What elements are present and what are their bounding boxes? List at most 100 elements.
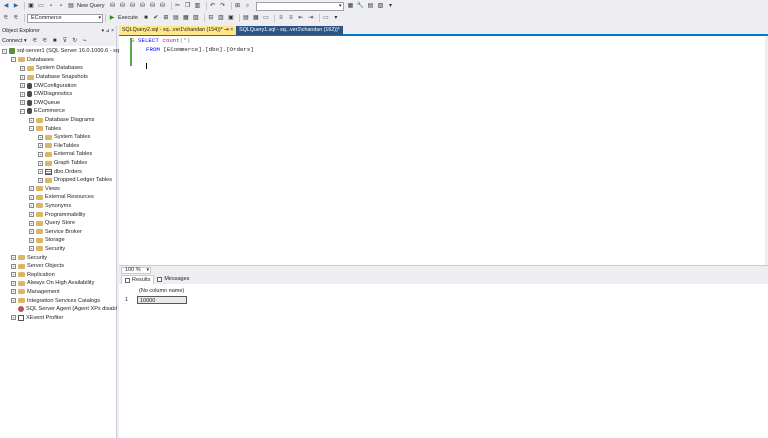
expand-toggle-icon[interactable]: +: [29, 203, 34, 209]
xmla-query-icon[interactable]: ⛁: [139, 2, 147, 10]
connect-dropdown[interactable]: Connect ▾: [2, 38, 27, 44]
specify-values-icon[interactable]: ▭: [322, 14, 330, 22]
stop-icon[interactable]: ■: [142, 14, 150, 22]
new-query-button[interactable]: ▤ New Query: [67, 2, 109, 10]
collapse-toggle-icon[interactable]: −: [11, 57, 16, 63]
navigate-icon[interactable]: ⊞: [234, 2, 242, 10]
analysis-query-icon[interactable]: ⛁: [159, 2, 167, 10]
expand-toggle-icon[interactable]: +: [29, 229, 34, 235]
uncomment-icon[interactable]: ≡: [287, 14, 295, 22]
cut-icon[interactable]: ✂: [174, 2, 182, 10]
tree-node[interactable]: + Integration Services Catalogs: [0, 296, 116, 305]
filter-icon[interactable]: ⊽: [61, 37, 69, 45]
find-icon[interactable]: ⌕: [244, 2, 252, 10]
tree-node[interactable]: + Graph Tables: [0, 159, 116, 168]
expand-toggle-icon[interactable]: +: [38, 160, 43, 166]
database-engine-query-icon[interactable]: ⛁: [109, 2, 117, 10]
connect-icon[interactable]: ⚟: [2, 14, 10, 22]
tree-node[interactable]: − Databases: [0, 56, 116, 65]
comment-icon[interactable]: ≡: [277, 14, 285, 22]
collapse-toggle-icon[interactable]: −: [20, 108, 25, 114]
tree-node[interactable]: + Database Diagrams: [0, 116, 116, 125]
row-number[interactable]: 1: [123, 296, 135, 304]
expand-toggle-icon[interactable]: +: [29, 186, 34, 192]
expand-toggle-icon[interactable]: +: [38, 143, 43, 149]
client-statistics-icon[interactable]: ▣: [227, 14, 235, 22]
tab-sqlquery1[interactable]: SQLQuery1.sql - sq...ver1\chandan (162))…: [236, 26, 343, 35]
tree-node[interactable]: + Query Store: [0, 219, 116, 228]
expand-toggle-icon[interactable]: +: [29, 237, 34, 243]
expand-toggle-icon[interactable]: +: [20, 74, 25, 80]
tree-node[interactable]: + External Resources: [0, 193, 116, 202]
forward-icon[interactable]: ▶: [12, 2, 20, 10]
expand-toggle-icon[interactable]: +: [11, 280, 16, 286]
tree-node[interactable]: + DWDiagnostics: [0, 90, 116, 99]
tree-node[interactable]: + Replication: [0, 270, 116, 279]
display-estimated-plan-icon[interactable]: ⊞: [162, 14, 170, 22]
tree-node[interactable]: + DWQueue: [0, 99, 116, 108]
solution-explorer-icon[interactable]: ▦: [347, 2, 355, 10]
copy-icon[interactable]: ❐: [184, 2, 192, 10]
column-header[interactable]: (No column name): [137, 287, 187, 295]
results-to-file-icon[interactable]: ▭: [262, 14, 270, 22]
query-editor[interactable]: ⊟ SELECT count(*) FROM [ECommerce].[dbo]…: [119, 36, 768, 265]
tree-node[interactable]: − Tables: [0, 124, 116, 133]
expand-toggle-icon[interactable]: +: [20, 65, 25, 71]
tree-node[interactable]: + Security: [0, 253, 116, 262]
expand-toggle-icon[interactable]: +: [29, 246, 34, 252]
panel-controls[interactable]: ▾ ⊿ ×: [102, 26, 114, 36]
collapse-toggle-icon[interactable]: −: [2, 48, 7, 54]
tree-node[interactable]: + System Databases: [0, 64, 116, 73]
results-to-grid-icon[interactable]: ▦: [252, 14, 260, 22]
expand-toggle-icon[interactable]: +: [20, 83, 25, 89]
expand-toggle-icon[interactable]: +: [11, 255, 16, 261]
toolbox-icon[interactable]: ▤: [367, 2, 375, 10]
connect-plug-icon[interactable]: ⚟: [31, 37, 39, 45]
dmx-query-icon[interactable]: ⛁: [129, 2, 137, 10]
paste-icon[interactable]: ▥: [194, 2, 202, 10]
tree-node[interactable]: + Dropped Ledger Tables: [0, 176, 116, 185]
tree-node[interactable]: + Storage: [0, 236, 116, 245]
zoom-selector[interactable]: 100 % ▾: [121, 266, 151, 274]
expand-toggle-icon[interactable]: +: [38, 169, 43, 175]
tree-node[interactable]: + FileTables: [0, 142, 116, 151]
tree-node[interactable]: + Synonyms: [0, 202, 116, 211]
collapse-icon[interactable]: ⊟: [131, 37, 135, 44]
tree-node[interactable]: + DWConfiguration: [0, 81, 116, 90]
expand-toggle-icon[interactable]: +: [11, 298, 16, 304]
disconnect-icon[interactable]: ⚟: [41, 37, 49, 45]
tab-sqlquery2[interactable]: SQLQuery2.sql - sq...ver1\chandan (154))…: [119, 26, 237, 35]
tree-node[interactable]: − ECommerce: [0, 107, 116, 116]
query-options-icon[interactable]: ▦: [182, 14, 190, 22]
mdx-query-icon[interactable]: ⛁: [119, 2, 127, 10]
expand-toggle-icon[interactable]: +: [29, 220, 34, 226]
tab-results[interactable]: Results: [121, 275, 155, 284]
tree-node[interactable]: + Always On High Availability: [0, 279, 116, 288]
expand-toggle-icon[interactable]: +: [38, 134, 43, 140]
execute-button[interactable]: ▶ Execute: [108, 14, 142, 22]
result-cell[interactable]: 10000: [137, 296, 187, 304]
expand-toggle-icon[interactable]: +: [29, 212, 34, 218]
tree-node[interactable]: + External Tables: [0, 150, 116, 159]
tree-node[interactable]: + Management: [0, 288, 116, 297]
live-query-stats-icon[interactable]: ▥: [217, 14, 225, 22]
tree-node[interactable]: + System Tables: [0, 133, 116, 142]
activity-monitor-icon[interactable]: ⌁: [81, 37, 89, 45]
tree-node[interactable]: + Views: [0, 185, 116, 194]
expand-toggle-icon[interactable]: +: [29, 194, 34, 200]
stop-icon[interactable]: ■: [51, 37, 59, 45]
search-combo[interactable]: ▾: [255, 1, 344, 11]
dax-query-icon[interactable]: ⛁: [149, 2, 157, 10]
tree-node[interactable]: + Programmability: [0, 210, 116, 219]
tree-node[interactable]: + dbo.Orders: [0, 167, 116, 176]
expand-toggle-icon[interactable]: +: [11, 315, 16, 321]
results-to-text-icon[interactable]: ▤: [242, 14, 250, 22]
toolbar-overflow-icon[interactable]: ▾: [387, 2, 395, 10]
refresh-icon[interactable]: ↻: [71, 37, 79, 45]
toolbar2-overflow-icon[interactable]: ▾: [332, 14, 340, 22]
expand-toggle-icon[interactable]: +: [11, 263, 16, 269]
tree-node[interactable]: + Security: [0, 245, 116, 254]
back-icon[interactable]: ◀: [2, 2, 10, 10]
decrease-indent-icon[interactable]: ⇤: [297, 14, 305, 22]
expand-toggle-icon[interactable]: +: [38, 151, 43, 157]
